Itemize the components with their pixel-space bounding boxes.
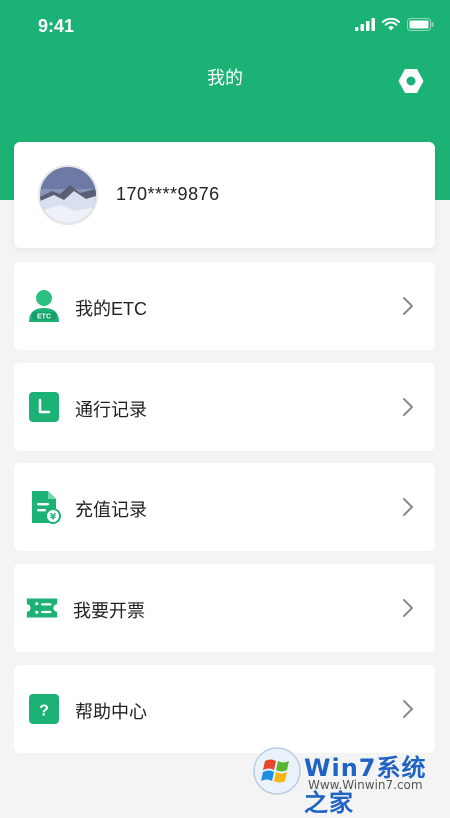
chevron-right-icon [403,297,413,315]
yuan-badge-text: ¥ [50,513,57,523]
etc-user-icon: ETC [26,288,62,324]
watermark: Win7系统之家 Www.Winwin7.com [250,744,450,817]
ticket-icon [24,590,60,626]
phone-number: 170****9876 [116,184,220,204]
menu-label-my-etc: 我的ETC [75,299,147,319]
chevron-right-icon [403,498,413,516]
battery-icon [407,18,434,31]
menu-item-my-etc[interactable]: ETC 我的ETC [14,262,435,350]
status-icons [355,18,434,31]
page-title: 我的 [207,68,243,88]
question-mark-text: ? [39,703,49,720]
status-time: 9:41 [38,16,75,36]
profile-card[interactable]: 170****9876 [14,142,435,248]
menu-label-request-invoice: 我要开票 [73,601,145,621]
menu-item-recharge-records[interactable]: ¥ 充值记录 [14,463,435,551]
recharge-doc-icon: ¥ [26,489,62,525]
clock-icon [26,389,62,425]
avatar[interactable] [38,165,98,225]
chevron-right-icon [403,398,413,416]
help-icon: ? [26,691,62,727]
etc-badge-text: ETC [37,314,51,321]
watermark-url: Www.Winwin7.com [308,778,423,792]
chevron-right-icon [403,700,413,718]
settings-hexagon-icon [398,69,424,93]
status-bar: 9:41 [0,0,450,54]
menu-label-help-center: 帮助中心 [75,702,147,722]
menu-item-help-center[interactable]: ? 帮助中心 [14,665,435,753]
menu-item-request-invoice[interactable]: 我要开票 [14,564,435,652]
menu-label-travel-records: 通行记录 [75,400,147,420]
chevron-right-icon [403,599,413,617]
settings-button[interactable] [395,65,427,97]
wifi-icon [382,18,400,31]
menu-item-travel-records[interactable]: 通行记录 [14,363,435,451]
windows-logo-icon [253,747,301,795]
menu-label-recharge-records: 充值记录 [75,500,147,520]
signal-icon [355,18,375,31]
avatar-mountain-image [40,167,96,223]
